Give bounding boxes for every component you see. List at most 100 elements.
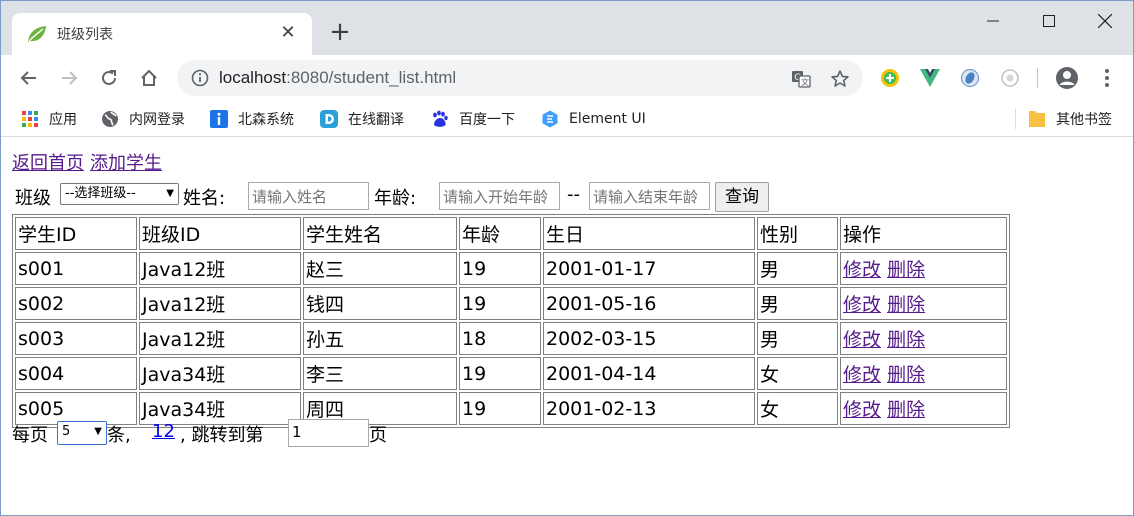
edit-link[interactable]: 修改: [843, 329, 881, 351]
bookmark-item[interactable]: 百度一下: [431, 107, 515, 131]
edit-link[interactable]: 修改: [843, 294, 881, 316]
col-header: 性别: [757, 217, 838, 250]
select-arrow-icon: ▼: [166, 188, 174, 199]
name-label: 姓名:: [183, 188, 226, 209]
page-link-2[interactable]: 2: [163, 421, 174, 442]
tab-strip: 班级列表 ✕ +: [1, 1, 1133, 55]
page-content: 返回首页 添加学生 班级 --选择班级-- ▼ 姓名: 请输入姓名 年龄: 请输入…: [12, 151, 1122, 447]
translate-icon[interactable]: G 文: [789, 67, 813, 91]
table-row: s004 Java34班 李三 19 2001-04-14 女 修改 删除: [15, 357, 1007, 390]
page-suffix: 页: [369, 425, 387, 446]
bookmark-item[interactable]: 内网登录: [101, 107, 185, 131]
site-info-icon[interactable]: [191, 69, 209, 87]
cell-student-id: s001: [15, 252, 137, 285]
back-arrow-icon[interactable]: [13, 62, 45, 94]
delete-link[interactable]: 删除: [887, 259, 925, 281]
cell-gender: 男: [757, 252, 838, 285]
extension-gray-icon[interactable]: [998, 66, 1022, 90]
cell-student-name: 赵三: [303, 252, 457, 285]
select-arrow-icon: ▼: [94, 426, 102, 437]
bookmark-label: 在线翻译: [348, 112, 404, 128]
cell-gender: 女: [757, 392, 838, 425]
jump-label: , 跳转到第: [180, 425, 264, 446]
col-header: 班级ID: [139, 217, 301, 250]
edit-link[interactable]: 修改: [843, 399, 881, 421]
maximize-icon[interactable]: [1021, 1, 1077, 41]
url-path: :8080/student_list.html: [286, 68, 457, 87]
bookmark-item[interactable]: 在线翻译: [320, 107, 404, 131]
per-page-select[interactable]: 5 ▼: [57, 421, 107, 445]
cell-class-id: Java12班: [139, 252, 301, 285]
bookmark-item[interactable]: Element UI: [541, 107, 646, 131]
info-icon: [210, 110, 228, 128]
extension-plus-icon[interactable]: [878, 66, 902, 90]
cell-birthday: 2002-03-15: [543, 322, 755, 355]
col-header: 操作: [840, 217, 1007, 250]
jump-page-input[interactable]: 1: [288, 419, 369, 447]
cell-class-id: Java12班: [139, 322, 301, 355]
bookmark-label: 百度一下: [459, 112, 515, 128]
browser-toolbar: localhost:8080/student_list.html G 文: [1, 55, 1133, 101]
more-menu-icon[interactable]: [1095, 66, 1119, 90]
delete-link[interactable]: 删除: [887, 294, 925, 316]
new-tab-icon[interactable]: +: [326, 18, 354, 46]
cell-actions: 修改 删除: [840, 287, 1007, 320]
bookmark-label: 应用: [49, 112, 77, 128]
bookmark-label: 内网登录: [129, 112, 185, 128]
translate-d-icon: [320, 110, 338, 128]
filter-bar: 班级 --选择班级-- ▼ 姓名: 请输入姓名 年龄: 请输入开始年龄 -- 请…: [12, 181, 1112, 212]
pagination-bar: 每页 5 ▼ 条, 12 , 跳转到第 1 页: [12, 418, 612, 448]
vue-devtools-icon[interactable]: [918, 66, 942, 90]
cell-class-id: Java12班: [139, 287, 301, 320]
top-links: 返回首页 添加学生: [12, 151, 1122, 177]
age-end-input[interactable]: 请输入结束年龄: [589, 182, 710, 210]
delete-link[interactable]: 删除: [887, 399, 925, 421]
cell-birthday: 2001-05-16: [543, 287, 755, 320]
cell-student-name: 钱四: [303, 287, 457, 320]
tab-title: 班级列表: [57, 27, 113, 43]
cell-age: 19: [459, 287, 541, 320]
other-bookmarks[interactable]: 其他书签: [1028, 107, 1112, 131]
url-host: localhost: [219, 68, 287, 87]
star-bookmark-icon[interactable]: [828, 67, 852, 91]
bookmark-item[interactable]: 北森系统: [210, 107, 294, 131]
name-input[interactable]: 请输入姓名: [248, 182, 369, 210]
browser-window: 班级列表 ✕ + localhost:8080/student_list.htm…: [0, 0, 1134, 516]
col-header: 年龄: [459, 217, 541, 250]
other-bookmarks-label: 其他书签: [1056, 112, 1112, 128]
per-page-value: 5: [62, 424, 71, 439]
browser-tab[interactable]: 班级列表 ✕: [12, 13, 312, 55]
svg-text:文: 文: [801, 77, 809, 87]
edit-link[interactable]: 修改: [843, 259, 881, 281]
page-link-1[interactable]: 1: [152, 421, 163, 442]
delete-link[interactable]: 删除: [887, 364, 925, 386]
bookmark-item[interactable]: 应用: [21, 107, 77, 131]
cell-student-id: s004: [15, 357, 137, 390]
profile-avatar-icon[interactable]: [1055, 66, 1079, 90]
query-button[interactable]: 查询: [715, 182, 769, 212]
delete-link[interactable]: 删除: [887, 329, 925, 351]
forward-arrow-icon[interactable]: [53, 62, 85, 94]
per-page-unit: 条,: [107, 425, 131, 446]
close-window-icon[interactable]: [1077, 1, 1133, 41]
age-start-input[interactable]: 请输入开始年龄: [439, 182, 560, 210]
address-bar[interactable]: localhost:8080/student_list.html G 文: [177, 60, 863, 96]
cell-gender: 女: [757, 357, 838, 390]
home-icon[interactable]: [133, 62, 165, 94]
add-student-link[interactable]: 添加学生: [90, 153, 162, 174]
class-select[interactable]: --选择班级-- ▼: [60, 183, 179, 205]
range-separator: --: [567, 184, 580, 205]
edit-link[interactable]: 修改: [843, 364, 881, 386]
reload-icon[interactable]: [93, 62, 125, 94]
extension-eye-icon[interactable]: [958, 66, 982, 90]
back-home-link[interactable]: 返回首页: [12, 153, 84, 174]
tab-close-icon[interactable]: ✕: [276, 21, 300, 45]
url-text[interactable]: localhost:8080/student_list.html: [219, 68, 456, 88]
apps-grid-icon: [21, 110, 39, 128]
class-label: 班级: [15, 188, 51, 209]
cell-student-name: 孙五: [303, 322, 457, 355]
cell-actions: 修改 删除: [840, 357, 1007, 390]
minimize-icon[interactable]: [965, 1, 1021, 41]
cell-age: 18: [459, 322, 541, 355]
cell-birthday: 2001-04-14: [543, 357, 755, 390]
